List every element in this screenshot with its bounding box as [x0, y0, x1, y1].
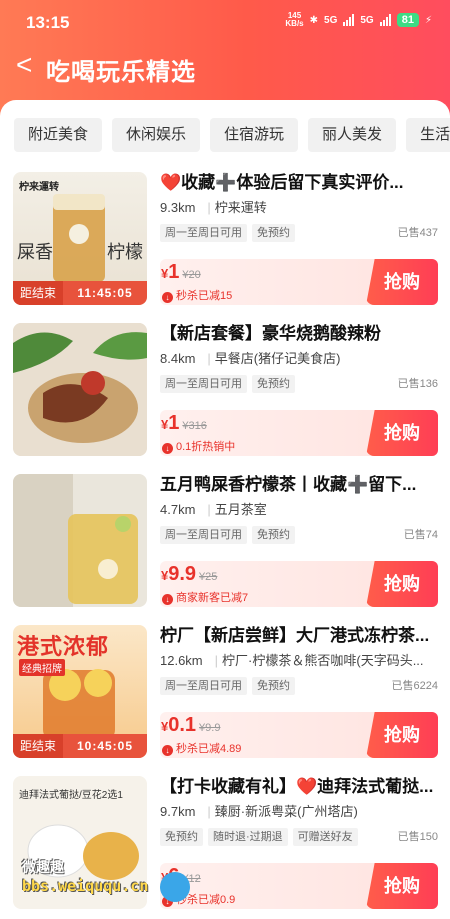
price-row: ¥1 ¥316 ↓ 0.1折热销中 抢购	[160, 410, 438, 456]
category-tabs: 附近美食 休闲娱乐 住宿游玩 丽人美发 生活!	[14, 118, 450, 152]
tab-beauty[interactable]: 丽人美发	[308, 118, 397, 152]
thumb-headline: 港式浓郁	[17, 634, 110, 659]
signal-icon	[343, 14, 355, 26]
deal-item[interactable]: 柠来運转 屎香 柠檬 距结束 11:45:05 ❤️收藏➕体验后留下真实评价..…	[0, 163, 450, 314]
deal-price: ¥1 ¥20	[161, 261, 201, 283]
deal-location: 9.3km | 柠来運转	[160, 200, 267, 215]
deal-item[interactable]: 港式浓郁 经典招牌 距结束 10:45:05 柠厂【新店尝鲜】大厂港式冻柠茶..…	[0, 616, 450, 767]
charging-icon: ⚡	[424, 14, 432, 26]
signal-icon	[379, 14, 391, 26]
sold-count: 已售6224	[391, 680, 438, 692]
deal-location: 9.7km | 臻厨·新派粤菜(广州塔店)	[160, 804, 358, 819]
thumb-brand-text: 柠来運转	[19, 182, 59, 193]
deal-item[interactable]: 五月鸭屎香柠檬茶丨收藏➕留下... 4.7km | 五月茶室 周一至周日可用 免预约 …	[0, 465, 450, 616]
buy-button[interactable]: 抢购	[366, 712, 438, 758]
discount-icon: ↓	[162, 745, 173, 756]
deal-tags: 周一至周日可用 免预约 已售74	[160, 525, 438, 545]
discount-icon: ↓	[162, 292, 173, 303]
deal-tags: 免预约 随时退·过期退 可赠送好友 已售150	[160, 827, 438, 847]
mascot-icon	[160, 872, 190, 902]
deal-title: ❤️收藏➕体验后留下真实评价...	[160, 173, 404, 192]
promo-text: ↓ 秒杀已减15	[162, 287, 232, 303]
tab-nearby-food[interactable]: 附近美食	[14, 118, 103, 152]
deal-tags: 周一至周日可用 免预约 已售437	[160, 223, 438, 243]
countdown-timer: 距结束 10:45:05	[13, 734, 147, 758]
watermark: 微趣趣 bbs.weiququ.cn	[22, 859, 149, 895]
battery-indicator: 81	[396, 13, 419, 27]
sold-count: 已售437	[397, 227, 438, 239]
deal-thumbnail[interactable]: 港式浓郁 经典招牌 距结束 10:45:05	[13, 625, 147, 758]
tab-lodging[interactable]: 住宿游玩	[210, 118, 299, 152]
thumb-caption-right: 柠檬	[107, 242, 143, 262]
page-header: < 吃喝玩乐精选	[0, 44, 450, 94]
deal-thumbnail[interactable]: 柠来運转 屎香 柠檬 距结束 11:45:05	[13, 172, 147, 305]
thumb-badge: 经典招牌	[19, 659, 65, 676]
buy-button[interactable]: 抢购	[366, 561, 438, 607]
price-row: ¥1 ¥20 ↓ 秒杀已减15 抢购	[160, 259, 438, 305]
status-bar: 13:15 145 KB/s ✱ 5G 5G 81 ⚡	[26, 11, 432, 33]
main-content: 附近美食 休闲娱乐 住宿游玩 丽人美发 生活! 柠来運转 屎香 柠檬 距结束 1…	[0, 100, 450, 919]
thumb-caption: 迪拜法式葡挞/豆花2选1	[19, 790, 123, 801]
thumb-caption-left: 屎香	[17, 242, 53, 262]
deal-tags: 周一至周日可用 免预约 已售6224	[160, 676, 438, 696]
deal-price: ¥0.1 ¥9.9	[161, 714, 221, 736]
tab-leisure[interactable]: 休闲娱乐	[112, 118, 201, 152]
tab-life[interactable]: 生活!	[406, 118, 450, 152]
deal-location: 12.6km | 柠厂·柠檬茶＆熊否咖啡(天字码头...	[160, 653, 424, 668]
page-title: 吃喝玩乐精选	[46, 59, 196, 86]
discount-icon: ↓	[162, 594, 173, 605]
buy-button[interactable]: 抢购	[366, 259, 438, 305]
network-speed: 145 KB/s	[285, 11, 304, 28]
countdown-timer: 距结束 11:45:05	[13, 281, 147, 305]
sold-count: 已售136	[397, 378, 438, 390]
deal-title: 柠厂【新店尝鲜】大厂港式冻柠茶...	[160, 626, 430, 645]
deal-tags: 周一至周日可用 免预约 已售136	[160, 374, 438, 394]
deal-thumbnail[interactable]	[13, 323, 147, 456]
buy-button[interactable]: 抢购	[366, 863, 438, 909]
chevron-left-icon[interactable]: <	[16, 50, 32, 80]
promo-text: ↓ 0.1折热销中	[162, 438, 235, 454]
discount-icon: ↓	[162, 443, 173, 454]
deal-location: 4.7km | 五月茶室	[160, 502, 267, 517]
sold-count: 已售74	[403, 529, 438, 541]
deal-price: ¥1 ¥316	[161, 412, 207, 434]
deal-list: 柠来運转 屎香 柠檬 距结束 11:45:05 ❤️收藏➕体验后留下真实评价..…	[0, 163, 450, 918]
deal-location: 8.4km | 早餐店(猪仔记美食店)	[160, 351, 341, 366]
status-time: 13:15	[26, 13, 70, 32]
price-row: ¥0.1 ¥9.9 ↓ 秒杀已减4.89 抢购	[160, 712, 438, 758]
deal-item[interactable]: 迪拜法式葡挞/豆花2选1 【打卡收藏有礼】❤️迪拜法式葡挞... 9.7km | 臻…	[0, 767, 450, 918]
price-row: ¥6¥12 ↓秒杀已减0.9 抢购	[160, 863, 438, 909]
promo-text: ↓ 商家新客已减7	[162, 589, 248, 605]
deal-title: 【新店套餐】豪华烧鹅酸辣粉	[160, 324, 381, 343]
deal-title: 【打卡收藏有礼】❤️迪拜法式葡挞...	[160, 777, 434, 796]
price-row: ¥9.9 ¥25 ↓ 商家新客已减7 抢购	[160, 561, 438, 607]
deal-thumbnail[interactable]	[13, 474, 147, 607]
deal-price: ¥9.9 ¥25	[161, 563, 218, 585]
buy-button[interactable]: 抢购	[366, 410, 438, 456]
sold-count: 已售150	[397, 831, 438, 843]
promo-text: ↓ 秒杀已减4.89	[162, 740, 241, 756]
deal-title: 五月鸭屎香柠檬茶丨收藏➕留下...	[160, 475, 417, 494]
bluetooth-icon: ✱	[309, 14, 319, 26]
deal-item[interactable]: 【新店套餐】豪华烧鹅酸辣粉 8.4km | 早餐店(猪仔记美食店) 周一至周日可用免…	[0, 314, 450, 465]
